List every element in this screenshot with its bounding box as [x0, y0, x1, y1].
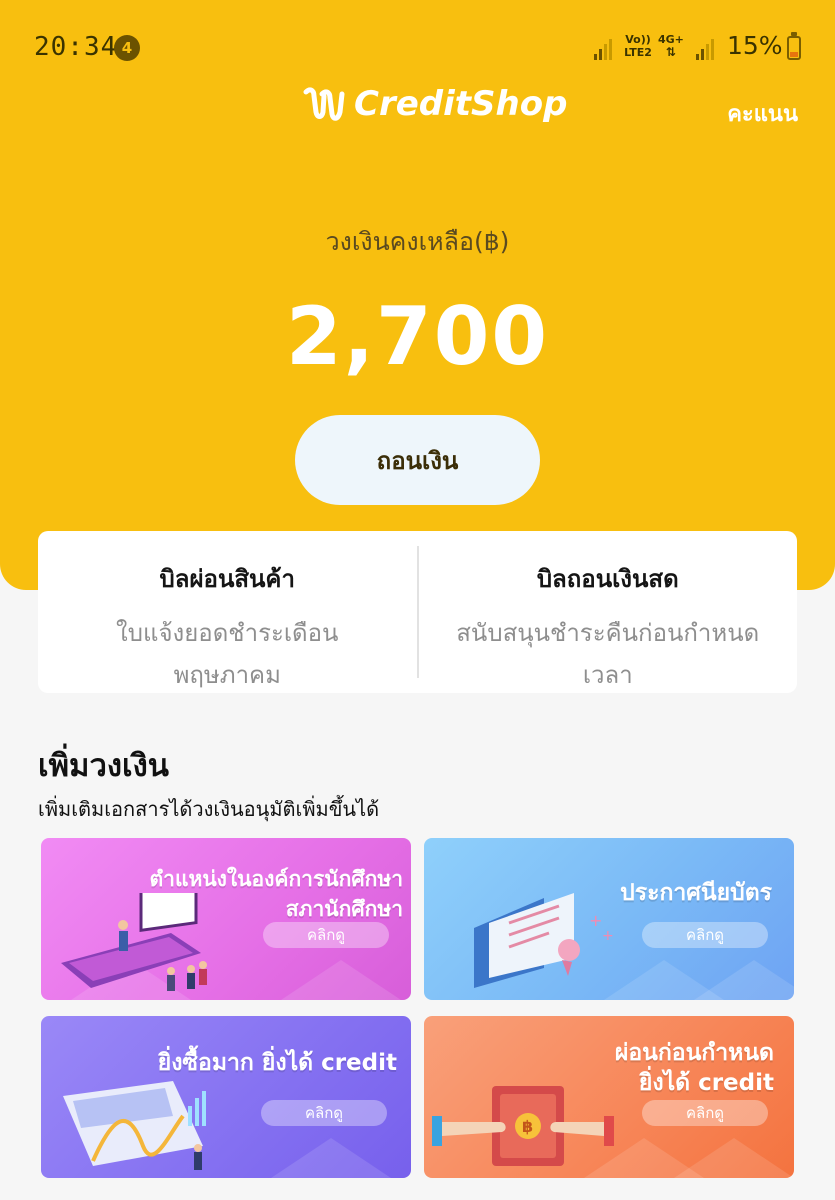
- app-logo: CreditShop: [302, 82, 567, 126]
- bill-title: บิลถอนเงินสด: [536, 565, 679, 593]
- view-button[interactable]: คลิกดู: [642, 1100, 768, 1126]
- cash-withdraw-bill[interactable]: บิลถอนเงินสด สนับสนุนชำระคืนก่อนกำหนด เว…: [419, 531, 798, 693]
- section-title: เพิ่มวงเงิน: [38, 748, 169, 784]
- bill-subtitle-line: สนับสนุนชำระคืนก่อนกำหนด: [456, 619, 760, 647]
- battery-icon: [787, 32, 801, 60]
- creditshop-logo-icon: [303, 87, 345, 121]
- status-time: 20:34: [34, 32, 118, 62]
- bill-title: บิลผ่อนสินค้า: [159, 565, 295, 593]
- section-subtitle: เพิ่มเติมเอกสารได้วงเงินอนุมัติเพิ่มขึ้น…: [38, 797, 380, 821]
- tile-title-line: ผ่อนก่อนกำหนด: [614, 1040, 774, 1066]
- payment-handshake-illustration-icon: ฿: [432, 1086, 614, 1166]
- tile-title: ประกาศนียบัตร: [620, 878, 772, 908]
- bill-subtitle-line: พฤษภาคม: [173, 661, 281, 689]
- decor-shape: [281, 960, 401, 1000]
- tile-title: ยิ่งซื้อมาก ยิ่งได้ credit: [158, 1048, 397, 1078]
- balance-value: 2,700: [285, 290, 550, 383]
- installment-bill[interactable]: บิลผ่อนสินค้า ใบแจ้งยอดชำระเดือน พฤษภาคม: [38, 531, 417, 693]
- tile-title-line: ตำแหน่งในองค์การนักศึกษา: [149, 867, 403, 891]
- notification-badge: 4: [114, 35, 140, 61]
- signal-icon: [594, 38, 612, 60]
- svg-text:+: +: [602, 928, 614, 944]
- balance-label: วงเงินคงเหลือ(฿): [325, 227, 510, 256]
- network-type-label: 4G+ ⇅: [658, 33, 684, 59]
- svg-text:฿: ฿: [522, 1117, 533, 1136]
- bills-card: บิลผ่อนสินค้า ใบแจ้งยอดชำระเดือน พฤษภาคม…: [38, 531, 797, 693]
- score-link[interactable]: คะแนน: [727, 96, 798, 131]
- tile-title-line: ยิ่งได้ credit: [638, 1070, 774, 1096]
- signal-icon: [696, 38, 714, 60]
- view-button[interactable]: คลิกดู: [261, 1100, 387, 1126]
- bill-subtitle-line: ใบแจ้งยอดชำระเดือน: [116, 619, 339, 647]
- certificate-illustration-icon: + +: [474, 893, 614, 988]
- battery-percent: 15%: [727, 31, 783, 60]
- promo-tile-certificate[interactable]: ประกาศนียบัตร คลิกดู + +: [424, 838, 794, 1000]
- svg-text:+: +: [589, 911, 602, 930]
- promo-tile-early-payment[interactable]: ผ่อนก่อนกำหนด ยิ่งได้ credit คลิกดู ฿: [424, 1016, 794, 1178]
- presentation-illustration-icon: [61, 893, 207, 991]
- bill-subtitle: ใบแจ้งยอดชำระเดือน พฤษภาคม: [38, 612, 417, 696]
- tile-title-line: ยิ่งซื้อมาก ยิ่งได้ credit: [157, 1050, 397, 1076]
- view-button[interactable]: คลิกดู: [263, 922, 389, 948]
- withdraw-button[interactable]: ถอนเงิน: [295, 415, 540, 505]
- bill-subtitle: สนับสนุนชำระคืนก่อนกำหนด เวลา: [419, 612, 798, 696]
- growth-chart-illustration-icon: [63, 1081, 206, 1170]
- bill-subtitle-line: เวลา: [582, 661, 633, 689]
- status-bar: 20:34 4 Vo)) LTE2 4G+ ⇅ 15%: [0, 0, 835, 90]
- app-name: CreditShop: [354, 84, 568, 124]
- decor-shape: [271, 1138, 391, 1178]
- data-arrows-icon: ⇅: [665, 45, 676, 59]
- decor-shape: [694, 960, 794, 1000]
- tile-title-line: ประกาศนียบัตร: [620, 880, 772, 906]
- tile-title: ผ่อนก่อนกำหนด ยิ่งได้ credit: [615, 1038, 774, 1098]
- promo-tile-student-council[interactable]: ตำแหน่งในองค์การนักศึกษา สภานักศึกษา คลิ…: [41, 838, 411, 1000]
- volte-label: Vo)) LTE2: [624, 33, 652, 59]
- decor-shape: [674, 1138, 794, 1178]
- promo-tile-buy-more[interactable]: ยิ่งซื้อมาก ยิ่งได้ credit คลิกดู: [41, 1016, 411, 1178]
- view-button[interactable]: คลิกดู: [642, 922, 768, 948]
